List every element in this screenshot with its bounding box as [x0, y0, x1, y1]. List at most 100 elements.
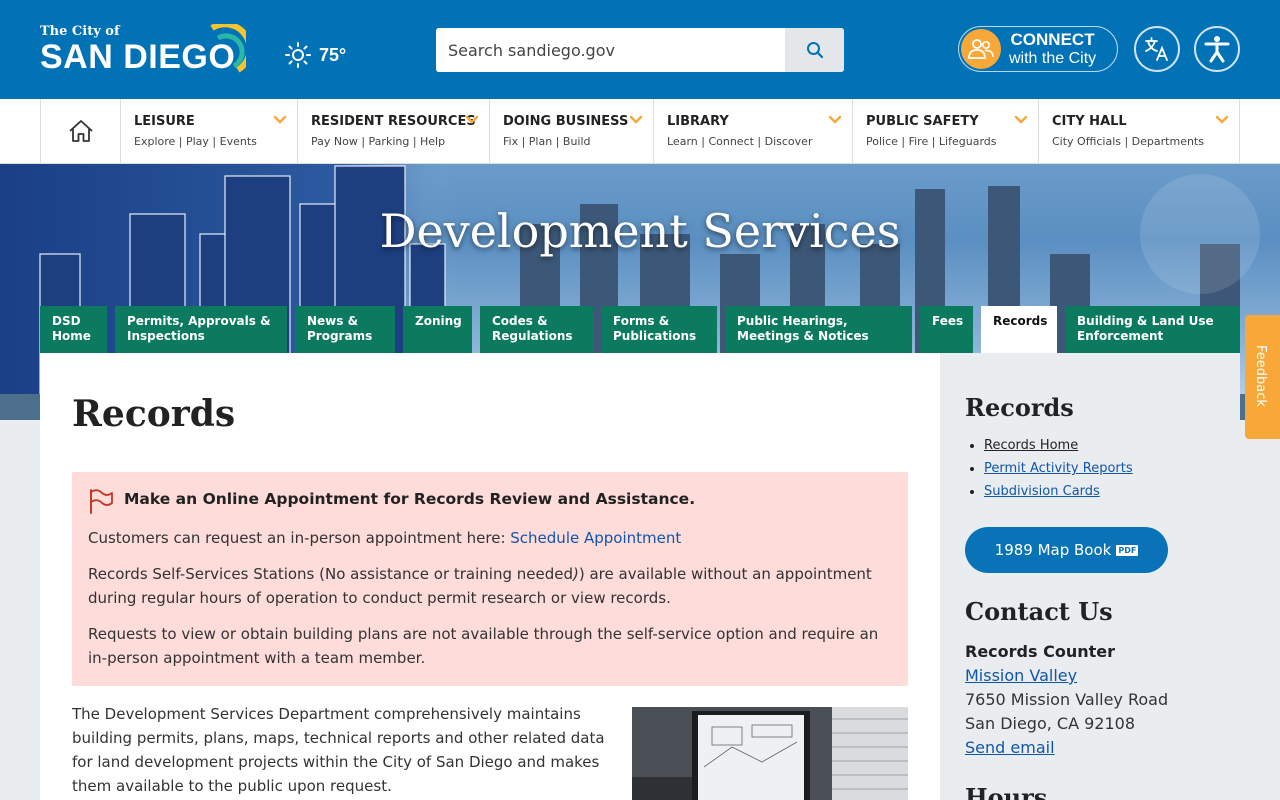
tab-news[interactable]: News & Programs: [295, 306, 395, 353]
nav-item-subtitle: Pay Now | Parking | Help: [311, 135, 446, 148]
people-icon: [961, 29, 1001, 69]
tab-permits[interactable]: Permits, Approvals & Inspections: [115, 306, 287, 353]
connect-button[interactable]: CONNECT with the City: [958, 26, 1118, 72]
nav-item-subtitle: City Officials | Departments: [1052, 135, 1204, 148]
chevron-down-icon: [629, 115, 643, 124]
alert-text: Records Self-Services Stations (No assis…: [88, 565, 574, 583]
nav-item-subtitle: Explore | Play | Events: [134, 135, 257, 148]
accessibility-button[interactable]: [1194, 26, 1240, 72]
tab-label-line2: Programs: [307, 329, 373, 343]
contact-name: Records Counter: [965, 642, 1115, 661]
tab-building-land-use[interactable]: Building & Land Use Enforcement: [1065, 306, 1240, 353]
site-header: The City of SAN DIEGO 75° Search sandieg…: [0, 0, 1280, 99]
contact-block: Records Counter Mission Valley 7650 Miss…: [965, 640, 1168, 760]
records-home-link[interactable]: Records Home: [984, 438, 1078, 453]
feedback-label: Feedback: [1253, 345, 1268, 407]
home-icon: [68, 120, 93, 142]
nav-item-subtitle: Learn | Connect | Discover: [667, 135, 813, 148]
weather-temperature: 75°: [319, 44, 347, 65]
contact-heading: Contact Us: [965, 597, 1113, 626]
sidebar-heading: Records: [965, 393, 1074, 422]
nav-item-title: LIBRARY: [667, 114, 729, 129]
list-item: Records Home: [984, 437, 1133, 460]
contact-city: San Diego, CA 92108: [965, 714, 1136, 733]
tab-records[interactable]: Records: [981, 306, 1057, 353]
nav-item-title: LEISURE: [134, 114, 195, 129]
mission-valley-link[interactable]: Mission Valley: [965, 666, 1077, 685]
alert-paragraph: Records Self-Services Stations (No assis…: [88, 562, 898, 610]
tab-fees[interactable]: Fees: [920, 306, 973, 353]
logo-small-text: The City of: [40, 24, 120, 39]
nav-item-resident-resources[interactable]: RESIDENT RESOURCES Pay Now | Parking | H…: [298, 99, 490, 163]
tab-codes[interactable]: Codes & Regulations: [480, 306, 593, 353]
tab-label-line1: Zoning: [415, 314, 462, 328]
accessibility-icon: [1204, 36, 1230, 63]
appointment-alert: Make an Online Appointment for Records R…: [72, 472, 908, 686]
connect-label: CONNECT: [1010, 30, 1095, 49]
sun-icon: [285, 42, 311, 68]
hours-heading: Hours: [965, 783, 1048, 800]
map-book-button[interactable]: 1989 Map Book PDF: [965, 527, 1168, 573]
chevron-down-icon: [465, 115, 479, 124]
nav-item-library[interactable]: LIBRARY Learn | Connect | Discover: [654, 99, 853, 163]
tab-label-line2: Inspections: [127, 329, 205, 343]
pdf-badge: PDF: [1116, 544, 1139, 556]
main-navigation: LEISURE Explore | Play | Events RESIDENT…: [0, 99, 1280, 164]
nav-item-public-safety[interactable]: PUBLIC SAFETY Police | Fire | Lifeguards: [853, 99, 1039, 163]
connect-sublabel: with the City: [1009, 50, 1097, 67]
chevron-down-icon: [1014, 115, 1028, 124]
tab-label-line1: Fees: [932, 314, 964, 328]
tab-label-line2: Enforcement: [1077, 329, 1164, 343]
schedule-appointment-link[interactable]: Schedule Appointment: [510, 529, 681, 547]
tab-forms[interactable]: Forms & Publications: [601, 306, 717, 353]
records-photo: [632, 707, 908, 800]
nav-item-title: CITY HALL: [1052, 114, 1127, 129]
tab-dsd-home[interactable]: DSD Home: [40, 306, 107, 353]
send-email-link[interactable]: Send email: [965, 738, 1055, 757]
nav-home[interactable]: [40, 99, 121, 163]
flag-icon: [90, 489, 113, 514]
nav-item-doing-business[interactable]: DOING BUSINESS Fix | Plan | Build: [490, 99, 654, 163]
contact-street: 7650 Mission Valley Road: [965, 690, 1169, 709]
tab-label-line1: Forms &: [613, 314, 670, 328]
sidebar: Records Records Home Permit Activity Rep…: [940, 353, 1240, 800]
chevron-down-icon: [1215, 115, 1229, 124]
sidebar-links: Records Home Permit Activity Reports Sub…: [984, 437, 1133, 506]
subdivision-cards-link[interactable]: Subdivision Cards: [984, 484, 1100, 499]
tab-public-hearings[interactable]: Public Hearings, Meetings & Notices: [725, 306, 912, 353]
nav-item-city-hall[interactable]: CITY HALL City Officials | Departments: [1039, 99, 1240, 163]
tab-zoning[interactable]: Zoning: [403, 306, 472, 353]
city-logo[interactable]: The City of SAN DIEGO: [40, 22, 250, 77]
search-input[interactable]: [436, 28, 785, 72]
nav-item-title: DOING BUSINESS: [503, 114, 629, 129]
tab-label-line2: Meetings & Notices: [737, 329, 869, 343]
records-description: The Development Services Department comp…: [72, 705, 605, 795]
alert-paragraph: Requests to view or obtain building plan…: [88, 625, 879, 667]
search-icon: [806, 42, 823, 59]
translate-icon: [1145, 37, 1168, 61]
tab-label-line1: Permits, Approvals &: [127, 314, 271, 328]
hero-title: Development Services: [379, 204, 901, 258]
tab-label-line1: DSD: [52, 314, 81, 328]
nav-item-title: RESIDENT RESOURCES: [311, 114, 476, 129]
tab-label-line2: Regulations: [492, 329, 573, 343]
map-book-label: 1989 Map Book: [994, 541, 1112, 559]
alert-title: Make an Online Appointment for Records R…: [124, 490, 696, 508]
list-item: Subdivision Cards: [984, 483, 1133, 506]
logo-sun-icon: [210, 24, 246, 73]
alert-text: Customers can request an in-person appoi…: [88, 529, 511, 547]
tab-label-line2: Publications: [613, 329, 697, 343]
permit-activity-reports-link[interactable]: Permit Activity Reports: [984, 461, 1133, 476]
nav-item-leisure[interactable]: LEISURE Explore | Play | Events: [121, 99, 298, 163]
nav-item-title: PUBLIC SAFETY: [866, 114, 979, 129]
nav-item-subtitle: Police | Fire | Lifeguards: [866, 135, 997, 148]
tab-label-line1: Public Hearings,: [737, 314, 848, 328]
tab-label-line1: Records: [993, 314, 1048, 328]
tab-label-line2: Home: [52, 329, 91, 343]
weather-widget: 75°: [285, 42, 346, 68]
translate-button[interactable]: [1134, 26, 1180, 72]
search-button[interactable]: [785, 28, 844, 72]
alert-paragraph: Customers can request an in-person appoi…: [88, 526, 898, 550]
tab-label-line1: Codes &: [492, 314, 548, 328]
feedback-tab[interactable]: Feedback: [1245, 315, 1280, 439]
